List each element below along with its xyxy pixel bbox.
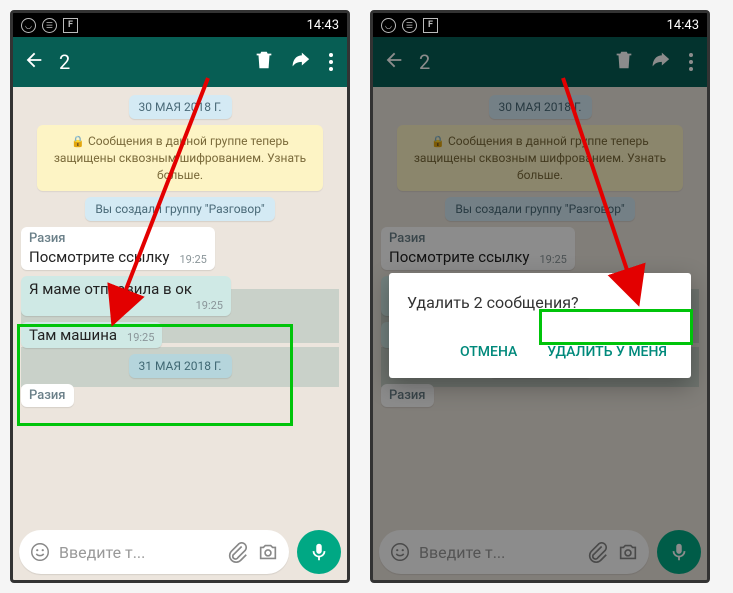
system-chip: Вы создали группу "Разговор" xyxy=(85,197,274,221)
message-sender: Разия xyxy=(29,388,66,403)
status-icon-1: ◡ xyxy=(381,18,396,33)
mic-button[interactable] xyxy=(297,530,341,574)
selection-count: 2 xyxy=(59,50,239,74)
message-time: 19:25 xyxy=(179,253,206,266)
selection-band xyxy=(21,347,339,387)
forward-button[interactable] xyxy=(289,49,311,75)
status-icon-3: F xyxy=(63,18,78,33)
status-icon-3: F xyxy=(423,18,438,33)
message-bubble[interactable]: Разия xyxy=(21,384,74,407)
camera-icon[interactable] xyxy=(257,541,279,563)
status-icon-1: ◡ xyxy=(21,18,36,33)
message-bubble-selected[interactable]: Там машина 19:25 xyxy=(21,322,162,348)
date-chip: 30 МАЯ 2018 Г. xyxy=(129,95,232,119)
phone-right: ◡ ☰ F 14:43 2 30 МАЯ 2018 Г. 🔒 Сообщения… xyxy=(370,10,710,583)
delete-dialog: Удалить 2 сообщения? ОТМЕНА УДАЛИТЬ У МЕ… xyxy=(389,273,691,378)
status-icon-2: ☰ xyxy=(42,18,57,33)
delete-for-me-button[interactable]: УДАЛИТЬ У МЕНЯ xyxy=(541,336,673,368)
message-text: Посмотрите ссылку xyxy=(29,248,169,266)
message-text: Там машина xyxy=(29,326,117,344)
attach-icon[interactable] xyxy=(227,541,249,563)
mic-icon xyxy=(308,541,330,563)
delete-button[interactable] xyxy=(253,49,275,75)
back-button[interactable] xyxy=(23,49,45,75)
message-time: 19:25 xyxy=(29,299,223,312)
menu-button[interactable] xyxy=(325,53,337,71)
arrow-left-icon xyxy=(23,49,45,71)
status-time: 14:43 xyxy=(667,18,699,33)
message-bubble[interactable]: Разия Посмотрите ссылку 19:25 xyxy=(21,227,215,270)
message-group: Разия Посмотрите ссылку 19:25 Я маме отп… xyxy=(21,227,339,348)
message-group: Разия xyxy=(21,384,339,407)
status-icon-2: ☰ xyxy=(402,18,417,33)
encryption-notice[interactable]: 🔒 Сообщения в данной группе теперь защищ… xyxy=(37,125,323,191)
status-time: 14:43 xyxy=(307,18,339,33)
message-sender: Разия xyxy=(29,231,207,246)
phone-left: ◡ ☰ F 14:43 2 30 МАЯ 2018 Г. 🔒 Сообщения… xyxy=(10,10,350,583)
message-bubble-selected[interactable]: Я маме отправила в ок 19:25 xyxy=(21,276,231,316)
forward-icon xyxy=(289,49,311,71)
trash-icon xyxy=(253,49,275,71)
cancel-button[interactable]: ОТМЕНА xyxy=(454,336,523,368)
chat-header: 2 xyxy=(13,37,347,87)
input-bar: Введите т... xyxy=(13,524,347,580)
status-bar: ◡ ☰ F 14:43 xyxy=(373,13,707,37)
emoji-icon[interactable] xyxy=(29,541,51,563)
dialog-title: Удалить 2 сообщения? xyxy=(407,293,673,312)
status-bar: ◡ ☰ F 14:43 xyxy=(13,13,347,37)
message-time: 19:25 xyxy=(127,331,154,344)
lock-icon: 🔒 xyxy=(71,135,85,148)
message-text: Я маме отправила в ок xyxy=(29,280,223,298)
message-input[interactable]: Введите т... xyxy=(19,530,289,574)
input-placeholder: Введите т... xyxy=(59,543,219,562)
chat-body[interactable]: 30 МАЯ 2018 Г. 🔒 Сообщения в данной груп… xyxy=(13,87,347,524)
